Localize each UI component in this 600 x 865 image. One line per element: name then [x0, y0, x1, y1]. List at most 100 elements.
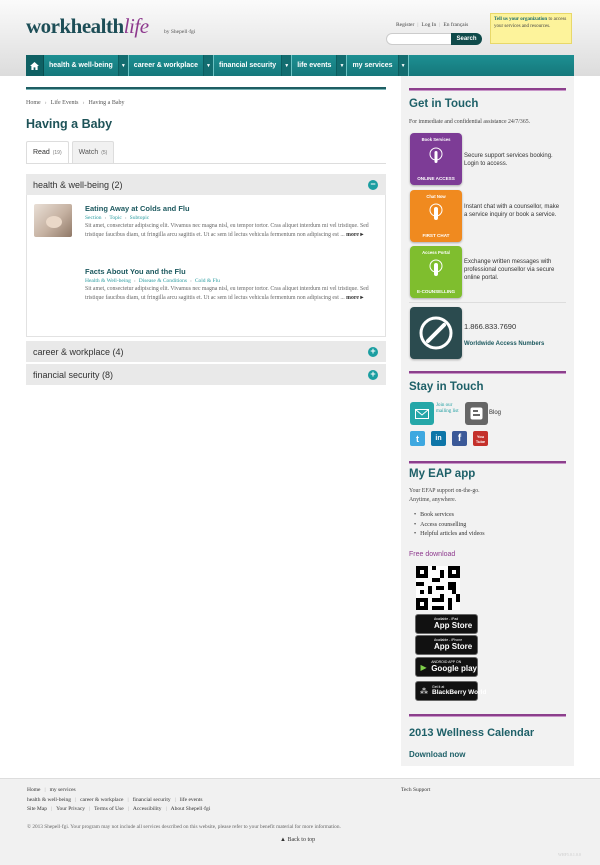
footer-link[interactable]: Terms of Use: [94, 806, 124, 812]
article-title[interactable]: Facts About You and the Flu: [85, 267, 377, 276]
tag-link[interactable]: Topic: [109, 215, 121, 221]
linkedin-icon[interactable]: in: [431, 431, 446, 446]
content-tabs: Read (19) Watch (5): [26, 141, 117, 163]
home-icon[interactable]: [26, 55, 44, 76]
eap-features: Book services Access counselling Helpful…: [414, 511, 485, 540]
version-info: WHF5.0.1.0.0: [558, 852, 581, 857]
footer-row: Site Map | Your Privacy | Terms of Use | Acces…: [27, 806, 211, 812]
twitter-icon[interactable]: t: [410, 431, 425, 446]
eap-heading: My EAP app: [409, 468, 476, 480]
footer-link[interactable]: Your Privacy: [56, 806, 85, 812]
breadcrumb-current: Having a Baby: [88, 100, 125, 106]
e-counselling-tile[interactable]: Access Portal E-COUNSELLING: [410, 246, 462, 298]
nav-life-events[interactable]: life events ▼: [292, 55, 348, 76]
chevron-down-icon[interactable]: ▼: [281, 55, 292, 76]
chat-touch-icon: [429, 203, 443, 220]
calendar-heading: 2013 Wellness Calendar: [409, 727, 535, 739]
nav-health[interactable]: health & well-being ▼: [44, 55, 129, 76]
blackberry-world-badge[interactable]: ⁂ Get it at BlackBerry World: [415, 681, 486, 701]
top-links: Register | Log In | En français: [396, 22, 469, 28]
article-item: Facts About You and the Flu Health & Wel…: [85, 267, 377, 303]
breadcrumb-home[interactable]: Home: [26, 100, 41, 106]
first-chat-desc: Instant chat with a counsellor, make a s…: [464, 204, 560, 219]
footer-link[interactable]: career & workplace: [80, 797, 123, 803]
chevron-down-icon[interactable]: ▼: [117, 55, 128, 76]
blackberry-icon: ⁂: [420, 686, 428, 696]
nav-financial[interactable]: financial security ▼: [214, 55, 293, 76]
blog-icon[interactable]: [465, 402, 488, 425]
expand-icon[interactable]: +: [368, 370, 378, 380]
footer-link[interactable]: Site Map: [27, 806, 47, 812]
book-services-tile[interactable]: Book Services ONLINE ACCESS: [410, 133, 462, 185]
youtube-icon[interactable]: You Tube: [473, 431, 488, 446]
first-chat-tile[interactable]: Chat Now FIRST CHAT: [410, 190, 462, 242]
search-button[interactable]: Search: [451, 33, 482, 45]
breadcrumb-life-events[interactable]: Life Events: [51, 100, 79, 106]
accordion-financial[interactable]: financial security (8) +: [26, 364, 386, 385]
tag-link[interactable]: Cold & Flu: [195, 278, 220, 284]
footer-link[interactable]: Home: [27, 787, 40, 793]
app-store-ipad-badge[interactable]: Available - iPad App Store: [415, 614, 478, 634]
play-icon: ▶: [420, 662, 427, 672]
list-item: Book services: [414, 511, 485, 521]
article-item: Eating Away at Colds and Flu Section › Top…: [85, 204, 377, 240]
organization-promo[interactable]: Tell us your organization to access your…: [490, 13, 572, 44]
more-link[interactable]: more ▸: [346, 295, 363, 301]
login-link[interactable]: Log In: [421, 22, 436, 28]
chevron-down-icon[interactable]: ▼: [336, 55, 347, 76]
download-now-link[interactable]: Download now: [409, 750, 465, 759]
nav-career[interactable]: career & workplace ▼: [129, 55, 214, 76]
portal-touch-icon: [429, 259, 443, 276]
article-title[interactable]: Eating Away at Colds and Flu: [85, 204, 377, 213]
footer-link[interactable]: financial security: [133, 797, 171, 803]
facebook-icon[interactable]: f: [452, 431, 467, 446]
sidebar-divider: [409, 302, 566, 303]
tech-support-link[interactable]: Tech Support: [401, 787, 430, 793]
blog-link[interactable]: Blog: [489, 410, 501, 416]
tag-link[interactable]: Health & Well-being: [85, 278, 131, 284]
tag-link[interactable]: Section: [85, 215, 102, 221]
free-download-label: Free download: [409, 551, 456, 558]
more-link[interactable]: more ▸: [346, 232, 363, 238]
sidebar-rule: [409, 88, 566, 91]
byline: by Shepell·fgi: [164, 29, 196, 35]
nav-my-services[interactable]: my services ▼: [347, 55, 409, 76]
phone-number[interactable]: 1.866.833.7690: [464, 322, 516, 331]
footer: [0, 778, 600, 865]
footer-link[interactable]: About Shepell·fgi: [171, 806, 211, 812]
tag-link[interactable]: Disease & Conditions: [139, 278, 187, 284]
register-link[interactable]: Register: [396, 22, 414, 28]
mailing-list-icon[interactable]: [410, 402, 434, 425]
search-input[interactable]: [386, 33, 452, 45]
back-to-top-link[interactable]: ▲ Back to top: [280, 837, 315, 843]
language-link[interactable]: En français: [443, 22, 468, 28]
touch-icon: [429, 147, 443, 163]
google-play-badge[interactable]: ▶ ANDROID APP ON Google play: [415, 657, 478, 677]
footer-link[interactable]: Accessibility: [133, 806, 162, 812]
accordion-career[interactable]: career & workplace (4) +: [26, 341, 386, 362]
get-in-touch-sub: For immediate and confidential assistanc…: [409, 119, 531, 125]
breadcrumb: Home › Life Events › Having a Baby: [26, 100, 125, 106]
tag-link[interactable]: Subtopic: [130, 215, 150, 221]
tab-watch[interactable]: Watch (5): [71, 141, 115, 163]
footer-link[interactable]: my services: [50, 787, 76, 793]
app-store-iphone-badge[interactable]: Available - iPhone App Store: [415, 635, 478, 655]
footer-link[interactable]: health & well-being: [27, 797, 71, 803]
list-item: Helpful articles and videos: [414, 530, 484, 540]
content-divider: [26, 87, 386, 90]
site-logo[interactable]: workhealthlife: [26, 14, 149, 39]
expand-icon[interactable]: +: [368, 347, 378, 357]
accordion-health[interactable]: health & well-being (2) −: [26, 174, 386, 195]
worldwide-numbers-link[interactable]: Worldwide Access Numbers: [464, 341, 544, 347]
accordion-health-body: Eating Away at Colds and Flu Section › Top…: [26, 195, 386, 337]
chevron-down-icon[interactable]: ▼: [397, 55, 408, 76]
sidebar-rule: [409, 371, 566, 374]
collapse-icon[interactable]: −: [368, 180, 378, 190]
article-thumbnail[interactable]: [34, 204, 72, 237]
mailing-list-link[interactable]: Join our mailing list: [436, 403, 460, 415]
chevron-down-icon[interactable]: ▼: [203, 55, 213, 76]
footer-link[interactable]: life events: [180, 797, 203, 803]
tab-read[interactable]: Read (19): [26, 141, 69, 163]
e-counselling-desc: Exchange written messages with professio…: [464, 259, 555, 282]
page-title: Having a Baby: [26, 117, 113, 131]
